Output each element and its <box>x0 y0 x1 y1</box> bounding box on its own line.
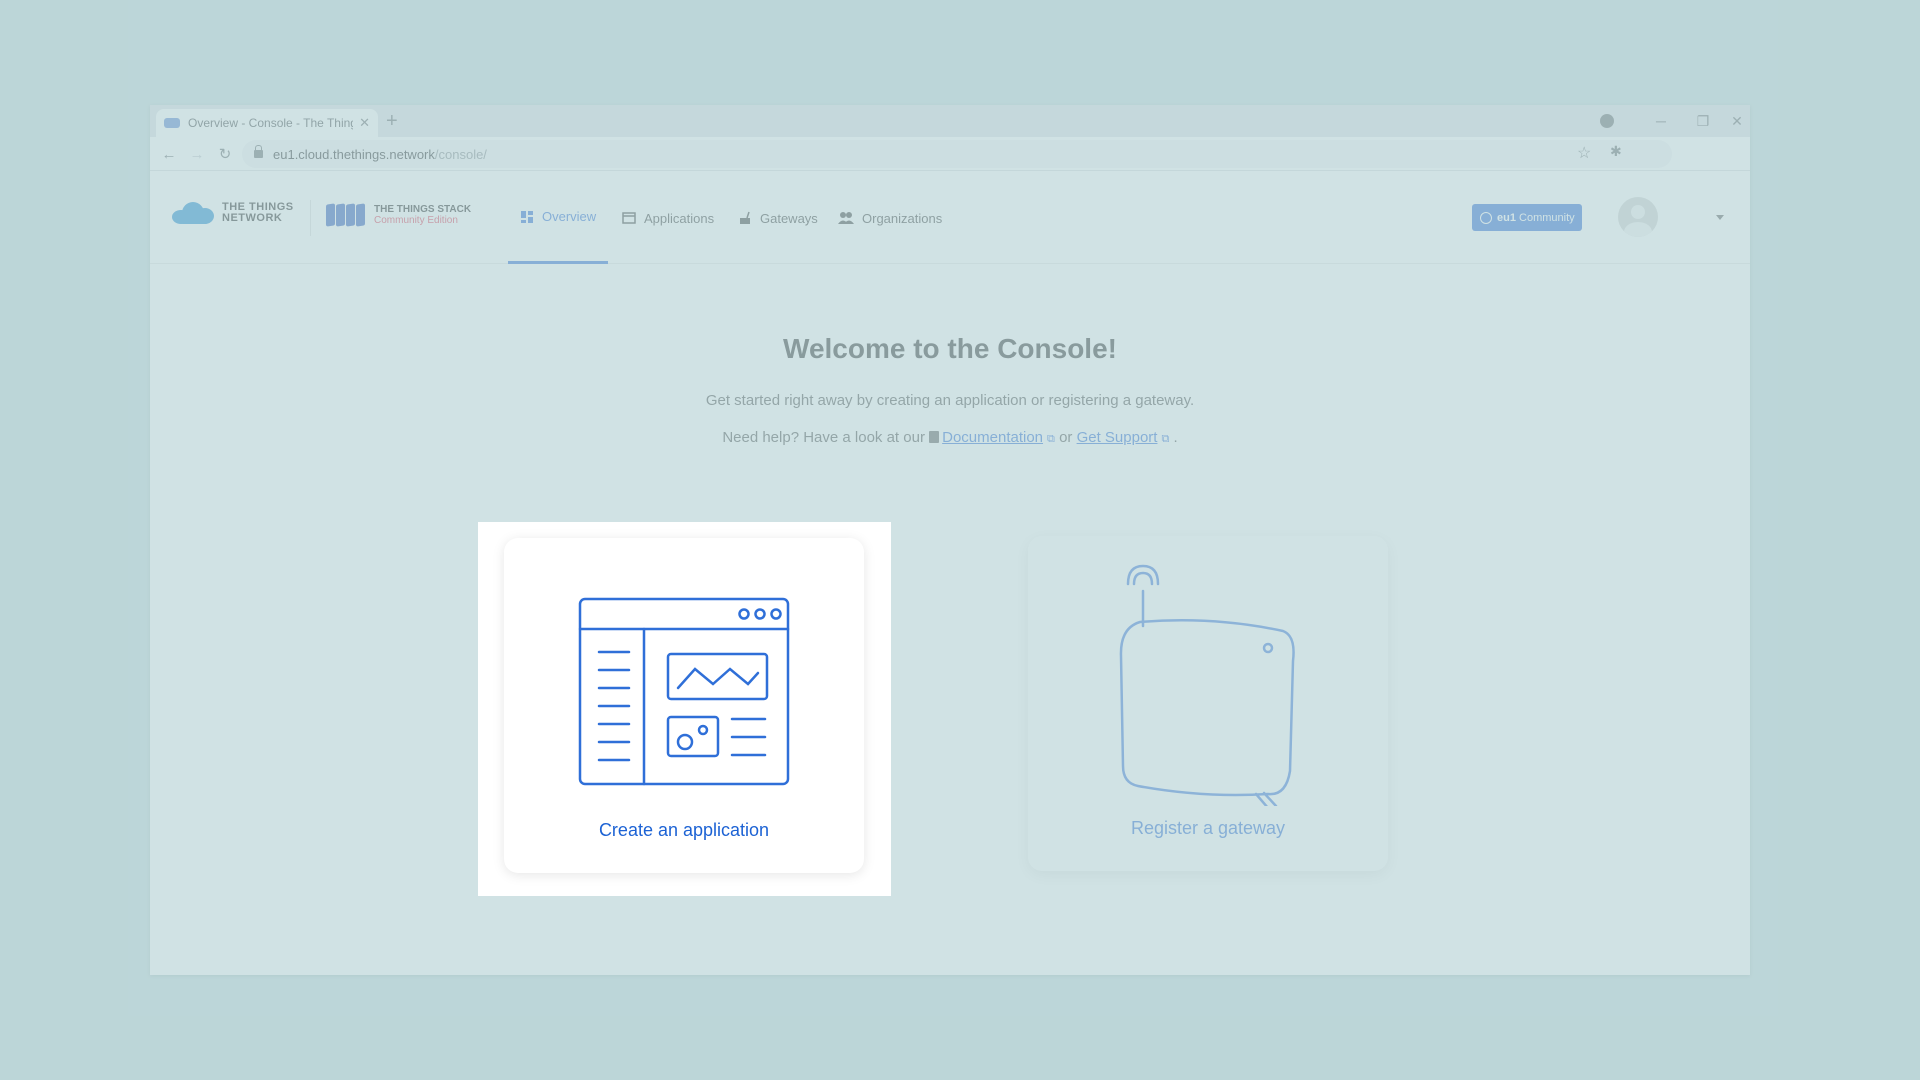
nav-overview[interactable]: Overview <box>508 172 609 264</box>
chevron-down-icon[interactable] <box>1716 215 1724 220</box>
nav-organizations[interactable]: Organizations <box>838 172 942 264</box>
url-text: eu1.cloud.thethings.network/console/ <box>273 146 487 162</box>
create-application-card[interactable]: Create an application <box>504 538 864 873</box>
address-bar[interactable]: eu1.cloud.thethings.network/console/ <box>242 140 1672 168</box>
bookmark-star-icon[interactable]: ☆ <box>1577 143 1591 163</box>
forward-icon[interactable]: → <box>186 143 208 165</box>
tab-close-icon[interactable]: ✕ <box>359 115 370 131</box>
ttn-logo[interactable]: THE THINGS NETWORK <box>172 202 294 224</box>
minimize-icon[interactable]: ─ <box>1640 105 1682 137</box>
user-avatar[interactable] <box>1618 197 1658 237</box>
page-title: Welcome to the Console! <box>783 333 1117 364</box>
window-close-icon[interactable]: ✕ <box>1716 105 1750 137</box>
browser-toolbar: ← → ↻ eu1.cloud.thethings.network/consol… <box>150 137 1750 171</box>
favicon-icon <box>164 118 180 128</box>
external-link-icon: ⧉ <box>1047 433 1055 445</box>
tts-logo-subtitle: Community Edition <box>374 215 458 226</box>
organizations-icon <box>838 212 854 224</box>
page-subtitle: Get started right away by creating an ap… <box>705 392 1195 409</box>
back-icon[interactable]: ← <box>158 143 180 165</box>
browser-window: Overview - Console - The Things ✕ + ─ ❐ … <box>150 105 1750 975</box>
console-header: THE THINGS NETWORK THE THINGS STACK Comm… <box>150 172 1750 264</box>
logo-divider <box>310 200 311 236</box>
browser-profile-icon[interactable] <box>1600 114 1614 128</box>
tts-logo-title: THE THINGS STACK <box>374 204 472 215</box>
extensions-icon[interactable]: ✱ <box>1610 143 1622 160</box>
documentation-link[interactable]: Documentation <box>942 429 1043 446</box>
application-icon <box>622 212 636 224</box>
help-text: Need help? Have a look at our Documentat… <box>722 429 1178 446</box>
application-illustration-icon <box>578 597 790 786</box>
create-application-label: Create an application <box>598 820 770 840</box>
ttn-logo-line2: NETWORK <box>222 212 283 224</box>
book-icon <box>929 431 940 443</box>
new-tab-icon[interactable]: + <box>386 111 398 131</box>
register-gateway-card[interactable]: Register a gateway <box>1028 536 1388 871</box>
browser-tab[interactable]: Overview - Console - The Things ✕ <box>156 109 378 137</box>
tab-title: Overview - Console - The Things <box>188 116 354 130</box>
get-support-link[interactable]: Get Support <box>1077 429 1158 446</box>
gateway-illustration-icon <box>1119 564 1295 810</box>
reload-icon[interactable]: ↻ <box>214 143 236 165</box>
cloud-icon <box>172 202 214 224</box>
tts-logo[interactable]: THE THINGS STACK Community Edition <box>326 203 472 227</box>
gateway-icon <box>740 211 750 224</box>
globe-icon <box>1480 211 1492 224</box>
cluster-badge[interactable]: eu1 Community <box>1472 204 1582 231</box>
main-content: Welcome to the Console! Get started righ… <box>150 265 1750 975</box>
dashboard-icon <box>521 210 533 223</box>
tab-strip: Overview - Console - The Things ✕ + ─ ❐ … <box>150 105 1750 137</box>
nav-gateways[interactable]: Gateways <box>738 172 818 264</box>
lock-icon <box>254 145 263 158</box>
nav-applications[interactable]: Applications <box>622 172 714 264</box>
register-gateway-label: Register a gateway <box>1130 818 1286 838</box>
external-link-icon: ⧉ <box>1161 433 1170 445</box>
stack-flags-icon <box>326 203 366 227</box>
